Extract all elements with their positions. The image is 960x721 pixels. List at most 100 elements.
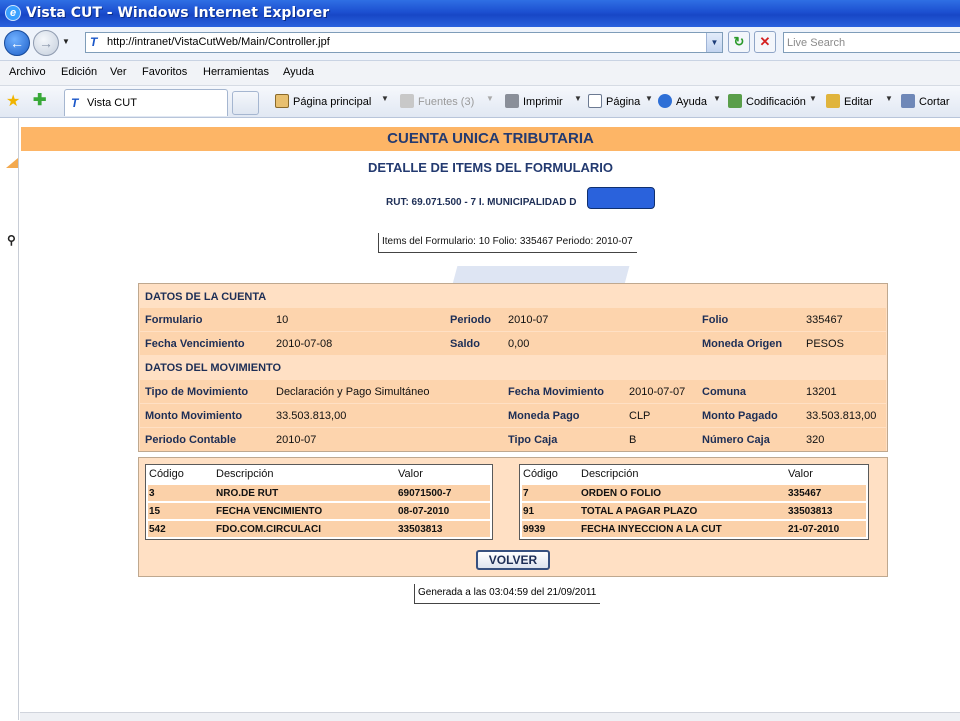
printer-icon [505,94,519,108]
detail-row: Formulario 10 Periodo 2010-07 Folio 3354… [140,308,886,331]
menu-ayuda[interactable]: Ayuda [283,66,314,78]
section-header-row: DATOS DE LA CUENTA [140,285,886,308]
table-header: Código Descripción Valor [520,465,868,483]
generated-timestamp: Generada a las 03:04:59 del 21/09/2011 [414,584,601,604]
pencil-icon [826,94,840,108]
window-title: Vista CUT - Windows Internet Explorer [26,5,330,21]
gutter-pin-icon: ⚲ [7,233,16,247]
field-label: Monto Movimiento [145,410,243,422]
field-value: 0,00 [508,338,530,350]
field-label: Fecha Vencimiento [145,338,245,350]
page-dropdown-icon[interactable]: ▼ [645,94,653,103]
encoding-button[interactable]: Codificación [728,94,806,108]
field-label: Monto Pagado [702,410,778,422]
table-header: Código Descripción Valor [146,465,492,483]
table-cell: 08-07-2010 [398,506,450,517]
account-details-box: DATOS DE LA CUENTA Formulario 10 Periodo… [138,283,888,452]
field-label: Tipo de Movimiento [145,386,249,398]
items-info: Items del Formulario: 10 Folio: 335467 P… [378,233,637,253]
edit-button[interactable]: Editar [826,94,873,108]
print-button[interactable]: Imprimir [505,94,563,108]
favorites-star-icon[interactable]: ★ [6,91,20,111]
encoding-dropdown-icon[interactable]: ▼ [809,94,817,103]
table-cell: 15 [149,506,161,517]
help-button[interactable]: Ayuda [658,94,707,108]
field-value: 10 [276,314,289,326]
redaction-box [587,187,655,209]
field-label: Periodo [450,314,491,326]
table-cell: ORDEN O FOLIO [581,488,661,499]
tab-page-icon: T [71,96,79,110]
menu-herramientas[interactable]: Herramientas [203,66,269,78]
print-dropdown-icon[interactable]: ▼ [574,94,582,103]
menu-favoritos[interactable]: Favoritos [142,66,187,78]
field-value: PESOS [806,338,844,350]
page-icon [588,94,602,108]
table-cell: FECHA INYECCION A LA CUT [581,524,722,535]
field-label: Comuna [702,386,746,398]
menu-edicion[interactable]: Edición [61,66,97,78]
search-box[interactable] [783,32,960,53]
edit-dropdown-icon[interactable]: ▼ [885,94,893,103]
field-value: 2010-07-07 [629,386,686,398]
field-label: Moneda Pago [508,410,580,422]
table-row: 91 TOTAL A PAGAR PLAZO 33503813 [522,503,866,519]
menu-ver[interactable]: Ver [110,66,127,78]
field-label: Moneda Origen [702,338,783,350]
items-table-left: Código Descripción Valor 3 NRO.DE RUT 69… [145,464,493,540]
feeds-button[interactable]: Fuentes (3) [400,94,474,108]
table-cell: TOTAL A PAGAR PLAZO [581,506,698,517]
left-gutter [0,118,19,720]
field-label: Folio [702,314,729,326]
scissors-icon [901,94,915,108]
recent-pages-dropdown-icon[interactable]: ▼ [62,37,70,46]
internet-explorer-icon: e [5,5,21,21]
address-dropdown-button[interactable]: ▼ [706,33,722,52]
column-header: Valor [398,468,423,480]
table-cell: 7 [523,488,529,499]
home-icon [275,94,289,108]
help-dropdown-icon[interactable]: ▼ [713,94,721,103]
table-cell: 33503813 [398,524,443,535]
section-title-cuenta: DATOS DE LA CUENTA [145,291,267,303]
home-dropdown-icon[interactable]: ▼ [381,94,389,103]
refresh-button[interactable]: ↻ [728,31,750,53]
forward-button[interactable]: → [33,30,59,56]
field-value: B [629,434,637,446]
items-table-right: Código Descripción Valor 7 ORDEN O FOLIO… [519,464,869,540]
new-tab-button[interactable] [232,91,259,115]
column-header: Código [523,468,558,480]
gutter-marker-icon [6,158,18,168]
menu-archivo[interactable]: Archivo [9,66,46,78]
table-cell: NRO.DE RUT [216,488,279,499]
feed-icon [400,94,414,108]
cut-button[interactable]: Cortar [901,94,950,108]
column-header: Descripción [581,468,639,480]
page-menu-button[interactable]: Página [588,94,640,108]
tab-vista-cut[interactable]: T Vista CUT [64,89,228,116]
add-favorite-icon[interactable]: ✚ [33,90,46,110]
table-cell: 91 [523,506,535,517]
field-label: Número Caja [702,434,770,446]
search-input[interactable] [787,34,952,51]
stop-button[interactable]: ✕ [754,31,776,53]
home-button[interactable]: Página principal [275,94,371,108]
table-row: 7 ORDEN O FOLIO 335467 [522,485,866,501]
feeds-dropdown-icon[interactable]: ▼ [486,94,494,103]
section-header-row: DATOS DEL MOVIMIENTO [140,356,886,379]
field-value: 335467 [806,314,843,326]
window-title-bar[interactable]: e Vista CUT - Windows Internet Explorer [0,0,960,27]
volver-button[interactable]: VOLVER [476,550,550,570]
detail-row: Monto Movimiento 33.503.813,00 Moneda Pa… [140,404,886,427]
back-button[interactable]: ← [4,30,30,56]
address-bar[interactable]: T http://intranet/VistaCutWeb/Main/Contr… [85,32,723,53]
field-label: Saldo [450,338,480,350]
field-value: CLP [629,410,651,422]
field-label: Periodo Contable [145,434,237,446]
field-value: 13201 [806,386,837,398]
table-cell: FECHA VENCIMIENTO [216,506,323,517]
address-url[interactable]: http://intranet/VistaCutWeb/Main/Control… [107,36,330,48]
table-cell: 69071500-7 [398,488,452,499]
table-row: 15 FECHA VENCIMIENTO 08-07-2010 [148,503,490,519]
table-cell: 335467 [788,488,822,499]
